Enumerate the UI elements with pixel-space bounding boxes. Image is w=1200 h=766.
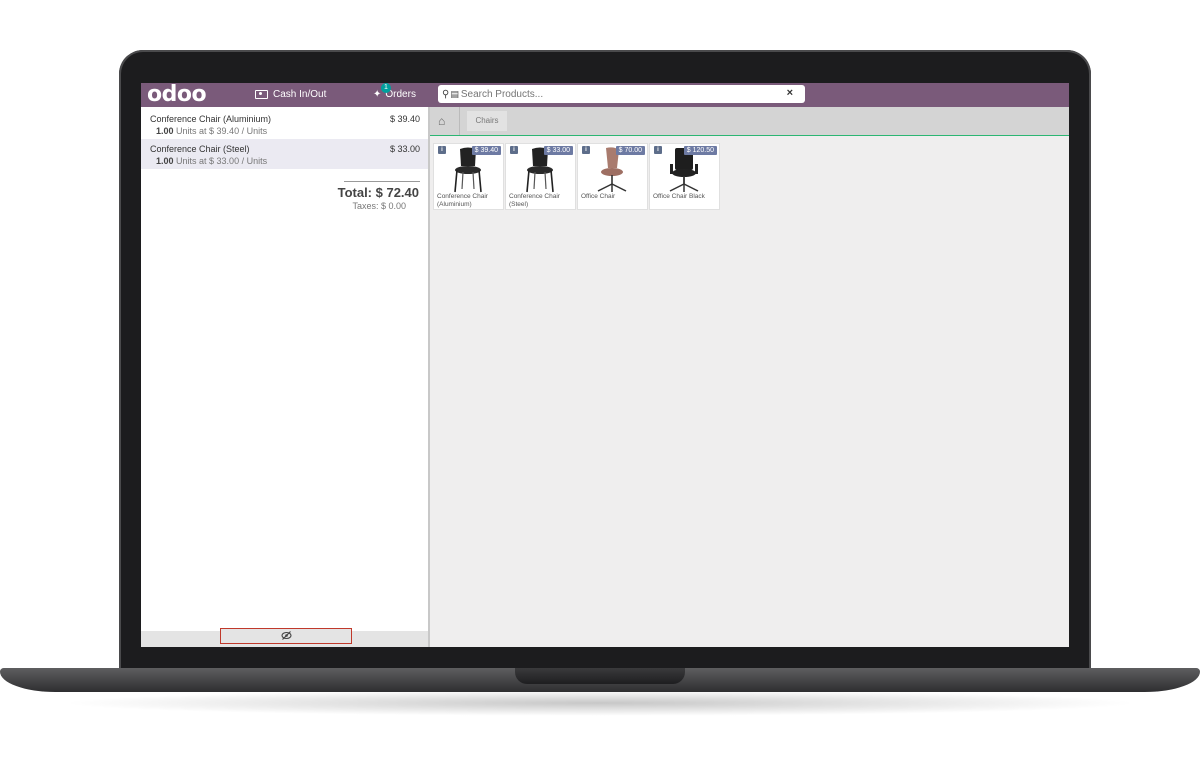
clear-search-icon[interactable]: × [787, 87, 793, 99]
product-price: $ 120.50 [683, 146, 717, 155]
product-name: Conference Chair (Aluminium) [437, 193, 488, 208]
info-icon[interactable]: i [654, 146, 662, 154]
cash-in-out-label: Cash In/Out [273, 89, 327, 100]
order-panel: Conference Chair (Aluminium) $ 39.40 1.0… [141, 107, 430, 647]
order-line-qty: 1.00 [156, 156, 174, 166]
breadcrumb: ⌂ Chairs [430, 107, 1069, 136]
home-icon[interactable]: ⌂ [438, 114, 445, 128]
products-area: ⌂ Chairs i $ 39.40 Conference Chair (Alu… [430, 107, 1069, 647]
pos-screen: odoo Cash In/Out ✦ 1 Orders ⚲ ▤ × Confer… [141, 83, 1069, 647]
orders-count-badge: 1 [381, 83, 391, 93]
info-icon[interactable]: i [510, 146, 518, 154]
order-line-price: $ 39.40 [389, 114, 420, 124]
order-line-info: 1.00 Units at $ 39.40 / Units [156, 126, 267, 136]
product-price: $ 33.00 [543, 146, 573, 155]
product-card[interactable]: i $ 33.00 Conference Chair (Steel) [505, 143, 576, 210]
order-line[interactable]: Conference Chair (Aluminium) $ 39.40 1.0… [141, 109, 428, 139]
odoo-logo[interactable]: odoo [147, 83, 207, 107]
search-input[interactable] [460, 88, 771, 100]
order-line-qty: 1.00 [156, 126, 174, 136]
product-name: Office Chair Black [653, 193, 705, 200]
order-line-name: Conference Chair (Steel) [150, 144, 250, 154]
cash-in-out-button[interactable]: Cash In/Out [255, 89, 326, 100]
order-line-info: 1.00 Units at $ 33.00 / Units [156, 156, 267, 166]
summary-divider [344, 181, 420, 182]
order-line-price: $ 33.00 [389, 144, 420, 154]
order-line-unit-info: Units at $ 33.00 / Units [173, 156, 268, 166]
info-icon[interactable]: i [438, 146, 446, 154]
eye-slash-icon [280, 630, 292, 642]
laptop-shadow [60, 690, 1140, 716]
order-total: Total: $ 72.40 [337, 185, 419, 200]
product-name: Conference Chair (Steel) [509, 193, 560, 208]
orders-button[interactable]: ✦ 1 Orders [373, 83, 416, 100]
product-card[interactable]: i $ 120.50 Office Chair Black [649, 143, 720, 210]
order-taxes: Taxes: $ 0.00 [352, 201, 406, 211]
order-line-name: Conference Chair (Aluminium) [150, 114, 272, 124]
search-bar: ⚲ ▤ × [438, 85, 805, 103]
laptop-notch [515, 668, 685, 684]
product-price: $ 70.00 [615, 146, 645, 155]
breadcrumb-divider [459, 107, 460, 135]
info-icon[interactable]: i [582, 146, 590, 154]
product-name: Office Chair [581, 193, 616, 200]
database-icon: ▤ [450, 88, 459, 99]
product-card[interactable]: i $ 39.40 Conference Chair (Aluminium) [433, 143, 504, 210]
order-line-unit-info: Units at $ 39.40 / Units [173, 126, 268, 136]
toggle-actions-button[interactable] [220, 628, 352, 644]
top-bar: odoo Cash In/Out ✦ 1 Orders ⚲ ▤ × [141, 83, 1069, 107]
money-icon [255, 90, 268, 99]
product-card[interactable]: i $ 70.00 Office Chair [577, 143, 648, 210]
search-icon[interactable]: ⚲ [442, 89, 449, 100]
product-price: $ 39.40 [471, 146, 501, 155]
ticket-icon: ✦ 1 [373, 83, 391, 100]
order-line-selected[interactable]: Conference Chair (Steel) $ 33.00 1.00 Un… [141, 139, 428, 169]
breadcrumb-category[interactable]: Chairs [467, 111, 507, 131]
